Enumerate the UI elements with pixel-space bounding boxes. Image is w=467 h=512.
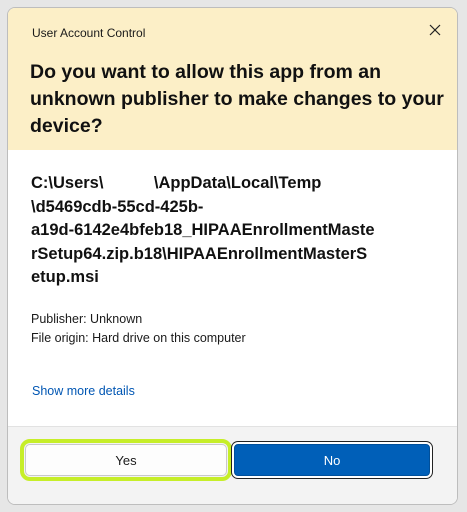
publisher-text: Publisher: Unknown	[31, 312, 143, 326]
no-button[interactable]: No	[234, 444, 430, 476]
show-more-details-link[interactable]: Show more details	[32, 384, 135, 398]
close-button[interactable]	[421, 16, 449, 44]
dialog-header: User Account Control Do you want to allo…	[8, 8, 457, 150]
yes-button[interactable]: Yes	[20, 439, 232, 481]
program-path: C:\Users\ \AppData\Local\Temp \d5469cdb-…	[31, 174, 375, 286]
uac-dialog: User Account Control Do you want to allo…	[7, 7, 458, 505]
dialog-question: Do you want to allow this app from an un…	[30, 61, 444, 137]
program-info: Publisher: Unknown File origin: Hard dri…	[31, 310, 246, 348]
close-icon	[429, 24, 441, 36]
dialog-title: User Account Control	[32, 26, 146, 40]
file-origin-text: File origin: Hard drive on this computer	[31, 331, 246, 345]
